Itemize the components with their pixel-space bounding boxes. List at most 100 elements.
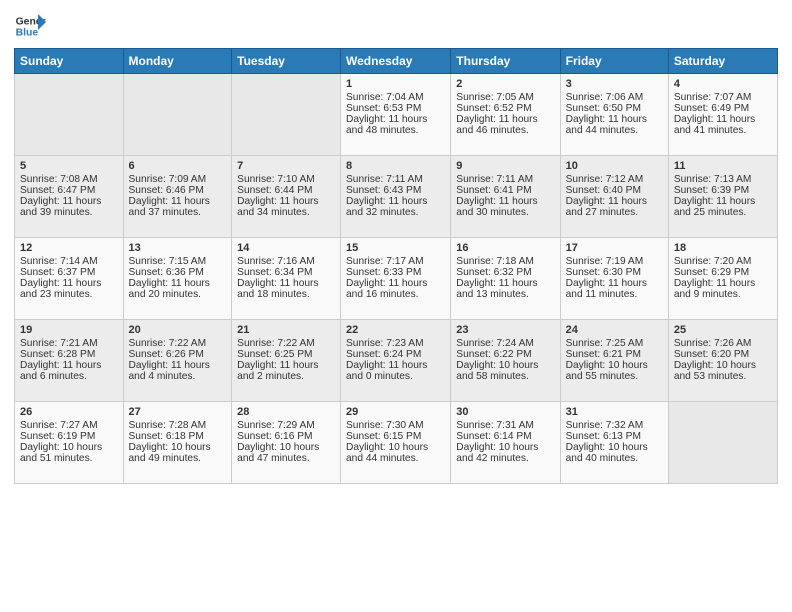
day-number: 17 (566, 242, 663, 254)
day-info: Sunset: 6:41 PM (456, 185, 554, 196)
day-info: and 39 minutes. (20, 207, 118, 218)
day-info: Sunset: 6:30 PM (566, 267, 663, 278)
day-info: Daylight: 11 hours (674, 114, 772, 125)
calendar-cell: 8Sunrise: 7:11 AMSunset: 6:43 PMDaylight… (341, 156, 451, 238)
day-info: Sunrise: 7:25 AM (566, 338, 663, 349)
day-number: 3 (566, 78, 663, 90)
day-info: Daylight: 11 hours (456, 278, 554, 289)
day-info: Sunset: 6:25 PM (237, 349, 335, 360)
day-info: Sunrise: 7:07 AM (674, 92, 772, 103)
day-number: 13 (129, 242, 227, 254)
day-number: 21 (237, 324, 335, 336)
day-info: Daylight: 11 hours (129, 278, 227, 289)
day-number: 19 (20, 324, 118, 336)
page-container: General Blue SundayMondayTuesdayWednesda… (0, 0, 792, 612)
day-info: Daylight: 11 hours (456, 114, 554, 125)
day-info: and 37 minutes. (129, 207, 227, 218)
day-info: Sunset: 6:13 PM (566, 431, 663, 442)
day-info: Sunset: 6:40 PM (566, 185, 663, 196)
day-info: and 23 minutes. (20, 289, 118, 300)
day-info: and 55 minutes. (566, 371, 663, 382)
day-info: Daylight: 11 hours (237, 196, 335, 207)
day-number: 23 (456, 324, 554, 336)
day-info: Sunrise: 7:05 AM (456, 92, 554, 103)
calendar-cell: 14Sunrise: 7:16 AMSunset: 6:34 PMDayligh… (232, 238, 341, 320)
day-info: and 9 minutes. (674, 289, 772, 300)
day-info: Sunset: 6:46 PM (129, 185, 227, 196)
day-info: Sunset: 6:43 PM (346, 185, 445, 196)
day-info: Sunset: 6:49 PM (674, 103, 772, 114)
calendar-cell: 27Sunrise: 7:28 AMSunset: 6:18 PMDayligh… (123, 402, 232, 484)
day-info: Daylight: 10 hours (346, 442, 445, 453)
day-info: Sunset: 6:20 PM (674, 349, 772, 360)
day-info: Sunrise: 7:32 AM (566, 420, 663, 431)
day-info: and 11 minutes. (566, 289, 663, 300)
day-info: Daylight: 11 hours (346, 360, 445, 371)
day-number: 10 (566, 160, 663, 172)
day-info: Daylight: 10 hours (566, 360, 663, 371)
weekday-header-sunday: Sunday (15, 49, 124, 74)
day-info: Sunset: 6:28 PM (20, 349, 118, 360)
day-info: Daylight: 10 hours (129, 442, 227, 453)
day-info: Sunrise: 7:04 AM (346, 92, 445, 103)
day-info: and 18 minutes. (237, 289, 335, 300)
calendar-cell (123, 74, 232, 156)
day-number: 27 (129, 406, 227, 418)
day-info: Sunrise: 7:28 AM (129, 420, 227, 431)
day-number: 25 (674, 324, 772, 336)
weekday-header-monday: Monday (123, 49, 232, 74)
calendar-week-4: 19Sunrise: 7:21 AMSunset: 6:28 PMDayligh… (15, 320, 778, 402)
day-info: Daylight: 11 hours (129, 360, 227, 371)
calendar-cell: 18Sunrise: 7:20 AMSunset: 6:29 PMDayligh… (668, 238, 777, 320)
day-number: 30 (456, 406, 554, 418)
day-info: Sunrise: 7:30 AM (346, 420, 445, 431)
day-info: Sunset: 6:24 PM (346, 349, 445, 360)
calendar-cell: 2 Sunrise: 7:05 AMSunset: 6:52 PMDaylight… (451, 74, 560, 156)
day-info: Sunrise: 7:23 AM (346, 338, 445, 349)
day-info: Daylight: 11 hours (237, 360, 335, 371)
day-info: Sunrise: 7:26 AM (674, 338, 772, 349)
calendar-cell (668, 402, 777, 484)
day-info: Sunset: 6:52 PM (456, 103, 554, 114)
weekday-header-saturday: Saturday (668, 49, 777, 74)
day-info: Sunrise: 7:11 AM (346, 174, 445, 185)
day-info: and 25 minutes. (674, 207, 772, 218)
day-info: Daylight: 10 hours (674, 360, 772, 371)
day-info: Sunrise: 7:08 AM (20, 174, 118, 185)
day-info: Sunrise: 7:15 AM (129, 256, 227, 267)
day-number: 24 (566, 324, 663, 336)
day-info: Sunset: 6:33 PM (346, 267, 445, 278)
calendar-cell: 12Sunrise: 7:14 AMSunset: 6:37 PMDayligh… (15, 238, 124, 320)
calendar-table: SundayMondayTuesdayWednesdayThursdayFrid… (14, 48, 778, 484)
calendar-week-3: 12Sunrise: 7:14 AMSunset: 6:37 PMDayligh… (15, 238, 778, 320)
day-info: Sunrise: 7:16 AM (237, 256, 335, 267)
day-info: Sunrise: 7:09 AM (129, 174, 227, 185)
day-info: and 48 minutes. (346, 125, 445, 136)
day-info: Sunrise: 7:14 AM (20, 256, 118, 267)
day-info: Daylight: 11 hours (129, 196, 227, 207)
day-info: Sunrise: 7:24 AM (456, 338, 554, 349)
day-number: 2 (456, 78, 554, 90)
calendar-cell: 24Sunrise: 7:25 AMSunset: 6:21 PMDayligh… (560, 320, 668, 402)
calendar-week-1: 1Sunrise: 7:04 AMSunset: 6:53 PMDaylight… (15, 74, 778, 156)
day-info: and 44 minutes. (566, 125, 663, 136)
day-info: Sunrise: 7:13 AM (674, 174, 772, 185)
day-info: Sunrise: 7:22 AM (237, 338, 335, 349)
day-info: Daylight: 10 hours (20, 442, 118, 453)
logo-icon: General Blue (14, 10, 46, 42)
day-info: and 4 minutes. (129, 371, 227, 382)
day-info: Sunset: 6:29 PM (674, 267, 772, 278)
day-number: 26 (20, 406, 118, 418)
day-number: 12 (20, 242, 118, 254)
calendar-cell: 7Sunrise: 7:10 AMSunset: 6:44 PMDaylight… (232, 156, 341, 238)
day-info: and 0 minutes. (346, 371, 445, 382)
day-number: 22 (346, 324, 445, 336)
day-info: Daylight: 10 hours (456, 360, 554, 371)
calendar-cell (15, 74, 124, 156)
day-info: Sunrise: 7:19 AM (566, 256, 663, 267)
day-info: and 41 minutes. (674, 125, 772, 136)
day-info: and 51 minutes. (20, 453, 118, 464)
page-header: General Blue (14, 10, 778, 42)
day-info: Sunrise: 7:27 AM (20, 420, 118, 431)
day-info: Daylight: 11 hours (674, 278, 772, 289)
